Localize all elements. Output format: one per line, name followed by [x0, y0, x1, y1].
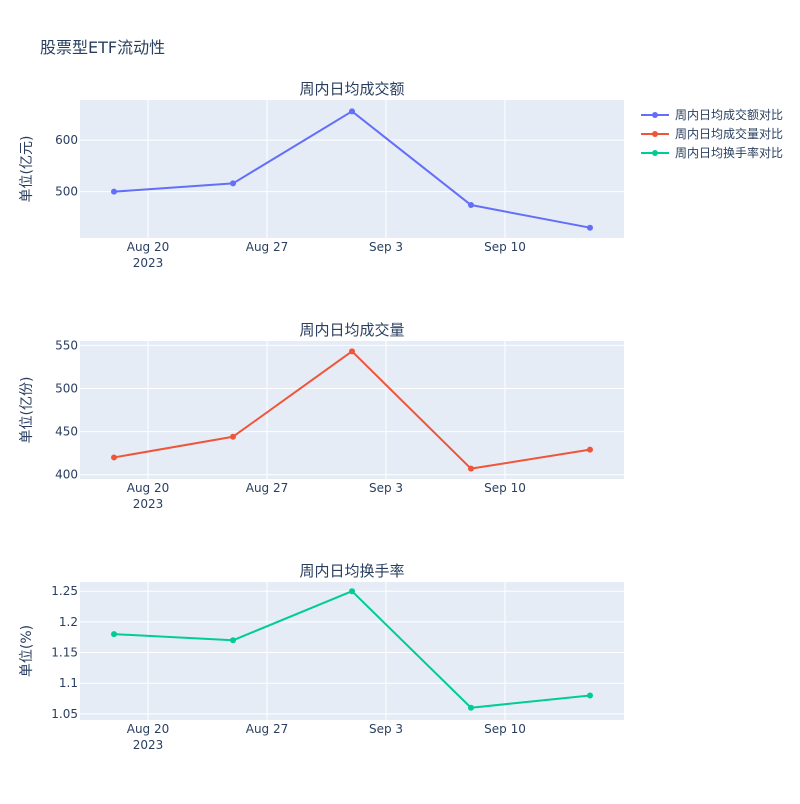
data-point — [111, 188, 117, 195]
subplot-1: Aug 20 Aug 27 Sep 3 Sep 10 2023 500 600 周内日均成交额… — [19, 80, 624, 270]
data-point — [349, 588, 355, 595]
legend-entry: 周内日均成交额对比 — [675, 107, 783, 122]
x-year-label: 2023 — [133, 738, 164, 752]
figure: 股票型ETF流动性 Aug 20 Aug 27 Sep 3 Sep 10 2023 500… — [0, 0, 800, 800]
x-tick-label: Aug 20 — [127, 481, 170, 495]
data-point — [230, 180, 236, 187]
subplot-title: 周内日均成交额 — [299, 80, 404, 98]
y-axis-label: 单位(亿元) — [19, 136, 35, 203]
x-tick-label: Aug 20 — [127, 722, 170, 736]
y-tick-label: 1.2 — [59, 615, 78, 629]
data-point — [349, 108, 355, 115]
legend-marker — [652, 112, 658, 118]
subplot-title: 周内日均成交量 — [299, 321, 404, 339]
x-tick-label: Sep 3 — [369, 722, 403, 736]
y-axis-label: 单位(亿份) — [19, 377, 35, 444]
y-tick-label: 550 — [55, 338, 78, 352]
y-tick-label: 1.05 — [51, 707, 78, 721]
subplot-3: Aug 20 Aug 27 Sep 3 Sep 10 2023 1.05 1.1 1.15 1.… — [19, 562, 624, 752]
x-tick-label: Aug 27 — [246, 722, 289, 736]
data-point — [468, 202, 474, 209]
x-year-label: 2023 — [133, 256, 164, 270]
y-tick-label: 400 — [55, 468, 78, 482]
data-point — [349, 348, 355, 355]
data-point — [468, 465, 474, 472]
data-point — [468, 704, 474, 711]
data-point — [230, 637, 236, 644]
plot-area — [80, 341, 624, 479]
y-tick-label: 600 — [55, 133, 78, 147]
y-tick-label: 450 — [55, 425, 78, 439]
y-tick-label: 1.1 — [59, 676, 78, 690]
legend: 周内日均成交额对比周内日均成交量对比周内日均换手率对比 — [641, 107, 783, 160]
plot-area — [80, 100, 624, 238]
y-axis-label: 单位(%) — [19, 625, 35, 677]
plot-area — [80, 582, 624, 720]
x-tick-label: Aug 20 — [127, 240, 170, 254]
legend-marker — [652, 150, 658, 156]
x-tick-label: Sep 3 — [369, 240, 403, 254]
data-point — [587, 692, 593, 699]
y-tick-label: 1.15 — [51, 646, 78, 660]
x-tick-label: Aug 27 — [246, 481, 289, 495]
x-tick-label: Aug 27 — [246, 240, 289, 254]
y-tick-label: 500 — [55, 185, 78, 199]
subplot-title: 周内日均换手率 — [299, 562, 404, 580]
x-tick-label: Sep 10 — [484, 240, 526, 254]
chart-canvas: Aug 20 Aug 27 Sep 3 Sep 10 2023 500 600 周内日均成交额… — [19, 80, 783, 752]
x-tick-label: Sep 10 — [484, 722, 526, 736]
data-point — [111, 631, 117, 638]
x-tick-label: Sep 10 — [484, 481, 526, 495]
y-tick-label: 1.25 — [51, 584, 78, 598]
legend-entry: 周内日均换手率对比 — [675, 145, 783, 160]
x-tick-label: Sep 3 — [369, 481, 403, 495]
data-point — [587, 446, 593, 453]
legend-marker — [652, 131, 658, 137]
chart-title: 股票型ETF流动性 — [40, 38, 166, 57]
data-point — [230, 433, 236, 440]
y-tick-label: 500 — [55, 381, 78, 395]
data-point — [111, 454, 117, 461]
subplot-2: Aug 20 Aug 27 Sep 3 Sep 10 2023 400 450 500 550 周… — [19, 321, 624, 511]
x-year-label: 2023 — [133, 497, 164, 511]
legend-entry: 周内日均成交量对比 — [675, 126, 783, 141]
data-point — [587, 224, 593, 231]
